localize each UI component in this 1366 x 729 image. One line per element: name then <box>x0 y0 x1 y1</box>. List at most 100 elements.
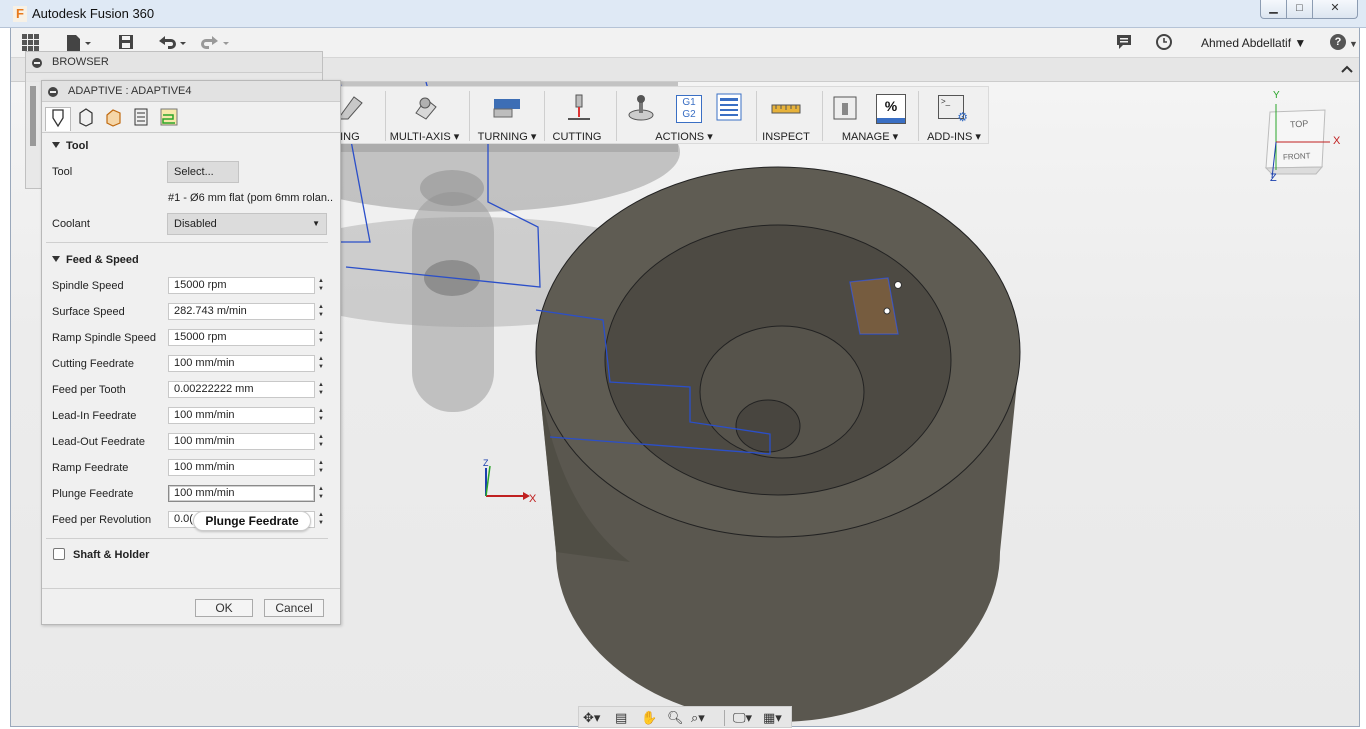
shaft-holder-checkbox[interactable] <box>53 548 65 560</box>
ghost-tool-shape <box>412 192 494 412</box>
display-settings-icon[interactable]: 🖵▾ <box>733 710 752 726</box>
ribbon-group-multi-axis[interactable]: MULTI-AXIS ▾ <box>386 87 463 145</box>
coolant-label: Coolant <box>52 218 90 230</box>
surface-speed-field[interactable]: 282.743 m/min <box>168 303 315 320</box>
tool-library-icon <box>833 96 857 120</box>
templates-icon[interactable]: % <box>876 94 906 124</box>
triad-x-label: X <box>529 493 537 505</box>
user-menu[interactable]: Ahmed Abdellatif ▼ <box>1201 36 1306 50</box>
lead-out-feedrate-field[interactable]: 100 mm/min <box>168 433 315 450</box>
lead-in-feedrate-field[interactable]: 100 mm/min <box>168 407 315 424</box>
adaptive-dialog: ADAPTIVE : ADAPTIVE4 Tool Tool Select...… <box>41 80 341 625</box>
ramp-spindle-speed-label: Ramp Spindle Speed <box>52 332 156 344</box>
viewcube-front-label[interactable]: FRONT <box>1283 151 1311 161</box>
cancel-button[interactable]: Cancel <box>264 599 324 617</box>
file-icon[interactable] <box>66 34 92 52</box>
ribbon-group-cutting[interactable]: CUTTING <box>546 87 608 145</box>
ribbon-group-actions[interactable]: G1 G2 ACTIONS ▾ <box>618 87 750 145</box>
spindle-speed-field[interactable]: 15000 rpm <box>168 277 315 294</box>
spindle-speed-spinner[interactable]: ▲ ▼ <box>316 277 326 294</box>
browser-scrollbar[interactable] <box>30 86 36 146</box>
help-chevron-down-icon[interactable]: ▼ <box>1349 35 1358 53</box>
tab-tool[interactable] <box>45 107 71 131</box>
comment-icon[interactable] <box>1116 34 1132 52</box>
chevron-up-icon[interactable] <box>1340 61 1354 77</box>
geometry-tab-icon <box>79 108 93 127</box>
ribbon-group-manage[interactable]: % MANAGE ▾ <box>824 87 916 145</box>
fit-zoom-icon[interactable]: ⌕▾ <box>691 710 705 726</box>
coolant-select[interactable]: Disabled ▼ <box>167 213 327 235</box>
spindle-speed-label: Spindle Speed <box>52 280 124 292</box>
tab-passes[interactable] <box>128 107 154 131</box>
look-at-icon[interactable]: ▤ <box>615 710 627 726</box>
lead-in-feedrate-label: Lead-In Feedrate <box>52 410 137 422</box>
close-button[interactable]: ✕ <box>1312 0 1358 19</box>
surface-speed-spinner[interactable]: ▲ ▼ <box>316 303 326 320</box>
window-frame-right <box>1359 28 1360 727</box>
orbit-icon[interactable]: ✥▾ <box>583 710 600 726</box>
dialog-header[interactable]: ADAPTIVE : ADAPTIVE4 <box>42 81 340 102</box>
ribbon-group-inspect[interactable]: INSPECT <box>758 87 814 145</box>
linking-tab-icon <box>160 108 178 126</box>
ramp-feedrate-field[interactable]: 100 mm/min <box>168 459 315 476</box>
save-icon[interactable] <box>118 34 134 52</box>
window-title: Autodesk Fusion 360 <box>32 6 155 21</box>
navigation-bar: ✥▾ ▤ ✋ 🔍︎ ⌕▾ 🖵▾ ▦▾ <box>578 706 792 728</box>
plunge-feedrate-spinner[interactable]: ▲ ▼ <box>316 485 326 502</box>
grid-settings-icon[interactable]: ▦▾ <box>763 710 782 726</box>
lead-out-feedrate-spinner[interactable]: ▲ ▼ <box>316 433 326 450</box>
feed-per-tooth-field[interactable]: 0.00222222 mm <box>168 381 315 398</box>
viewcube-top-label[interactable]: TOP <box>1290 118 1309 129</box>
feed-speed-section-header[interactable]: Feed & Speed <box>52 254 139 266</box>
cam-ribbon: LING MULTI-AXIS ▾ TURNING ▾ CUTTING G1 G2… <box>325 86 989 144</box>
ramp-spindle-speed-spinner[interactable]: ▲ ▼ <box>316 329 326 346</box>
zoom-icon[interactable]: 🔍︎ <box>667 710 684 726</box>
tool-tab-icon <box>52 109 64 128</box>
pan-hand-icon[interactable]: ✋ <box>641 710 657 726</box>
window-frame-left <box>10 28 11 727</box>
undo-icon[interactable] <box>157 34 187 52</box>
tab-heights[interactable] <box>100 107 126 131</box>
tab-linking[interactable] <box>156 107 182 131</box>
viewcube <box>1264 104 1331 179</box>
fusion-app-icon: F <box>13 6 27 22</box>
plunge-feedrate-label: Plunge Feedrate <box>52 488 134 500</box>
ribbon-group-add-ins[interactable]: >_ ⚙ ADD-INS ▾ <box>920 87 988 145</box>
simulate-icon <box>628 95 654 121</box>
dialog-title: ADAPTIVE : ADAPTIVE4 <box>68 85 192 97</box>
post-process-icon[interactable]: G1 G2 <box>676 95 702 123</box>
ramp-spindle-speed-field[interactable]: 15000 rpm <box>168 329 315 346</box>
maximize-button[interactable]: □ <box>1286 0 1313 19</box>
tool-select-button[interactable]: Select... <box>167 161 239 183</box>
lead-in-feedrate-spinner[interactable]: ▲ ▼ <box>316 407 326 424</box>
clock-icon[interactable] <box>1156 34 1172 52</box>
help-icon[interactable]: ? <box>1330 34 1346 50</box>
tab-geometry[interactable] <box>73 107 99 131</box>
plunge-feedrate-field[interactable]: 100 mm/min <box>168 485 315 502</box>
ribbon-group-turning[interactable]: TURNING ▾ <box>472 87 542 145</box>
cutting-icon <box>568 94 590 120</box>
navbar-divider <box>724 710 725 726</box>
shaft-holder-label: Shaft & Holder <box>73 549 150 561</box>
dialog-collapse-icon[interactable] <box>48 87 58 97</box>
tool-label: Tool <box>52 166 73 178</box>
grid-apps-icon[interactable] <box>22 34 40 52</box>
browser-title: BROWSER <box>52 56 109 68</box>
minimize-button[interactable]: ▁ <box>1260 0 1287 19</box>
browser-collapse-icon[interactable] <box>32 58 42 68</box>
cutting-feedrate-field[interactable]: 100 mm/min <box>168 355 315 372</box>
feed-per-revolution-spinner[interactable]: ▲ ▼ <box>316 511 326 528</box>
feed-per-tooth-spinner[interactable]: ▲ ▼ <box>316 381 326 398</box>
cutting-feedrate-spinner[interactable]: ▲ ▼ <box>316 355 326 372</box>
tooltip-plunge-feedrate: Plunge Feedrate <box>193 511 311 531</box>
scripts-icon[interactable]: >_ ⚙ <box>938 95 968 123</box>
ramp-feedrate-spinner[interactable]: ▲ ▼ <box>316 459 326 476</box>
ok-button[interactable]: OK <box>195 599 253 617</box>
tool-section-header[interactable]: Tool <box>52 140 88 152</box>
turning-icon <box>493 99 520 118</box>
redo-icon[interactable] <box>200 34 230 52</box>
feed-per-revolution-label: Feed per Revolution <box>52 514 152 526</box>
passes-tab-icon <box>134 108 148 126</box>
browser-header[interactable]: BROWSER <box>26 52 322 73</box>
viewcube-x-label: X <box>1333 135 1341 147</box>
